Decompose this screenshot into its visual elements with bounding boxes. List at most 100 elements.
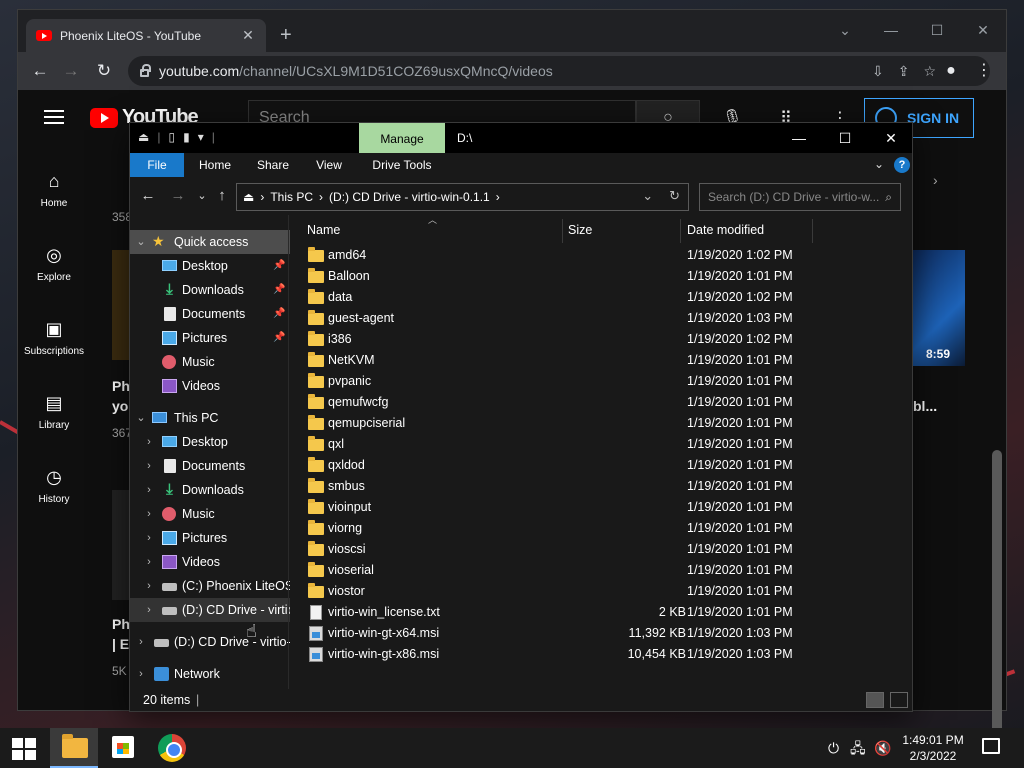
sidebar-item-history[interactable]: ◷ History: [18, 466, 90, 505]
tab-close-icon[interactable]: ✕: [240, 27, 256, 44]
help-icon[interactable]: ?: [894, 157, 910, 173]
tab-file[interactable]: File: [130, 153, 184, 177]
tab-drive-tools[interactable]: Drive Tools: [362, 153, 442, 177]
file-row[interactable]: data 1/19/2020 1:02 PM: [306, 287, 906, 308]
video-title[interactable]: | E: [112, 636, 129, 652]
nav-item-this-pc[interactable]: ⌄ This PC: [130, 406, 290, 430]
file-row[interactable]: vioserial 1/19/2020 1:01 PM: [306, 560, 906, 581]
address-bar[interactable]: ⏏ › This PC › (D:) CD Drive - virtio-win…: [236, 183, 689, 211]
nav-item-cd-drive-root[interactable]: › (D:) CD Drive - virtio-: [130, 630, 290, 654]
nav-item-quick-access[interactable]: ⌄ ★ Quick access: [130, 230, 290, 254]
chrome-menu-icon[interactable]: ⋮: [973, 60, 995, 82]
expand-chevron-icon[interactable]: ›: [144, 550, 154, 574]
file-row[interactable]: virtio-win_license.txt 2 KB 1/19/2020 1:01…: [306, 602, 906, 623]
file-row[interactable]: virtio-win-gt-x64.msi 11,392 KB 1/19/2020 …: [306, 623, 906, 644]
expand-chevron-icon[interactable]: ›: [144, 430, 154, 454]
expand-chevron-icon[interactable]: ›: [144, 502, 154, 526]
tab-view[interactable]: View: [304, 153, 354, 177]
reload-icon[interactable]: ↻: [93, 60, 115, 82]
nav-item-network[interactable]: › Network: [130, 662, 290, 686]
start-windows-icon[interactable]: [12, 738, 36, 760]
profile-icon[interactable]: ●: [940, 60, 962, 82]
new-folder-icon[interactable]: ▮: [183, 130, 190, 144]
page-scrollbar[interactable]: [992, 450, 1002, 768]
nav-item-qa-videos[interactable]: Videos: [130, 374, 290, 398]
breadcrumb-cd-drive[interactable]: (D:) CD Drive - virtio-win-0.1.1: [329, 190, 490, 204]
nav-item-pc-music[interactable]: › Music: [130, 502, 290, 526]
share-icon[interactable]: ⇪: [898, 63, 910, 80]
back-arrow-icon[interactable]: ←: [29, 60, 51, 82]
file-row[interactable]: amd64 1/19/2020 1:02 PM: [306, 245, 906, 266]
address-bar[interactable]: youtube.com/channel/UCsXL9M1D51COZ69usxQ…: [128, 56, 990, 86]
column-header-name[interactable]: Name: [307, 223, 340, 237]
file-row[interactable]: viostor 1/19/2020 1:01 PM: [306, 581, 906, 602]
minimize-button[interactable]: —: [776, 123, 822, 153]
forward-arrow-icon[interactable]: →: [60, 60, 82, 82]
refresh-icon[interactable]: ↻: [669, 188, 680, 204]
column-divider[interactable]: [562, 219, 563, 243]
file-row[interactable]: Balloon 1/19/2020 1:01 PM: [306, 266, 906, 287]
sidebar-item-explore[interactable]: ◎ Explore: [18, 244, 90, 283]
nav-item-drive-d[interactable]: › (D:) CD Drive - virtio: [130, 598, 290, 622]
address-history-chevron-icon[interactable]: ⌄: [642, 188, 653, 204]
video-title[interactable]: Ph: [112, 378, 130, 394]
forward-arrow-icon[interactable]: →: [168, 187, 188, 204]
hamburger-menu-icon[interactable]: [44, 110, 64, 124]
column-header-date[interactable]: Date modified: [687, 223, 764, 237]
file-row[interactable]: viorng 1/19/2020 1:01 PM: [306, 518, 906, 539]
system-clock[interactable]: 1:49:01 PM 2/3/2022: [898, 732, 968, 764]
taskbar-chrome[interactable]: [148, 728, 196, 768]
file-row[interactable]: smbus 1/19/2020 1:01 PM: [306, 476, 906, 497]
browser-tab[interactable]: Phoenix LiteOS - YouTube ✕: [26, 19, 266, 52]
column-divider[interactable]: [812, 219, 813, 243]
video-title[interactable]: yo: [112, 398, 128, 414]
file-row[interactable]: virtio-win-gt-x86.msi 10,454 KB 1/19/2020 …: [306, 644, 906, 665]
video-title[interactable]: bl...: [913, 398, 937, 414]
close-button[interactable]: ✕: [960, 16, 1006, 44]
nav-item-qa-pictures[interactable]: Pictures 📌: [130, 326, 290, 350]
nav-item-pc-documents[interactable]: › Documents: [130, 454, 290, 478]
expand-chevron-icon[interactable]: ›: [144, 454, 154, 478]
expand-chevron-icon[interactable]: ›: [136, 630, 146, 654]
taskbar-file-explorer[interactable]: [50, 728, 98, 768]
file-row[interactable]: qemupciserial 1/19/2020 1:01 PM: [306, 413, 906, 434]
expand-chevron-icon[interactable]: ›: [136, 662, 146, 686]
large-icons-view-icon[interactable]: [890, 692, 908, 708]
details-view-icon[interactable]: [866, 692, 884, 708]
up-arrow-icon[interactable]: ↑: [212, 187, 232, 204]
video-thumbnail[interactable]: [112, 250, 130, 360]
file-row[interactable]: qemufwcfg 1/19/2020 1:01 PM: [306, 392, 906, 413]
file-row[interactable]: qxl 1/19/2020 1:01 PM: [306, 434, 906, 455]
file-row[interactable]: i386 1/19/2020 1:02 PM: [306, 329, 906, 350]
maximize-button[interactable]: ☐: [914, 16, 960, 44]
nav-item-qa-desktop[interactable]: Desktop 📌: [130, 254, 290, 278]
column-header-size[interactable]: Size: [568, 223, 592, 237]
collapse-chevron-icon[interactable]: ⌄: [136, 230, 146, 254]
maximize-button[interactable]: ☐: [822, 123, 868, 153]
nav-item-pc-videos[interactable]: › Videos: [130, 550, 290, 574]
sidebar-item-library[interactable]: ▤ Library: [18, 392, 90, 431]
nav-item-pc-desktop[interactable]: › Desktop: [130, 430, 290, 454]
file-row[interactable]: vioscsi 1/19/2020 1:01 PM: [306, 539, 906, 560]
file-row[interactable]: vioinput 1/19/2020 1:01 PM: [306, 497, 906, 518]
tab-search-chevron-icon[interactable]: ⌄: [822, 16, 868, 44]
nav-item-qa-music[interactable]: Music: [130, 350, 290, 374]
close-button[interactable]: ✕: [868, 123, 914, 153]
notification-center-icon[interactable]: [982, 738, 1000, 754]
file-row[interactable]: guest-agent 1/19/2020 1:03 PM: [306, 308, 906, 329]
sidebar-item-subscriptions[interactable]: ▣ Subscriptions: [18, 318, 90, 357]
expand-chevron-icon[interactable]: ›: [144, 478, 154, 502]
video-thumbnail[interactable]: [112, 490, 130, 600]
manage-contextual-tab[interactable]: Manage: [359, 123, 445, 153]
file-row[interactable]: NetKVM 1/19/2020 1:01 PM: [306, 350, 906, 371]
sidebar-item-home[interactable]: ⌂ Home: [18, 170, 90, 209]
shelf-next-arrow-icon[interactable]: ›: [933, 172, 938, 188]
expand-chevron-icon[interactable]: ›: [144, 598, 154, 622]
collapse-chevron-icon[interactable]: ⌄: [136, 406, 146, 430]
nav-item-qa-documents[interactable]: Documents 📌: [130, 302, 290, 326]
volume-muted-icon[interactable]: 🔇: [874, 728, 891, 768]
bookmark-star-icon[interactable]: ☆: [923, 63, 936, 80]
tab-share[interactable]: Share: [248, 153, 298, 177]
minimize-button[interactable]: —: [868, 16, 914, 44]
nav-item-pc-pictures[interactable]: › Pictures: [130, 526, 290, 550]
